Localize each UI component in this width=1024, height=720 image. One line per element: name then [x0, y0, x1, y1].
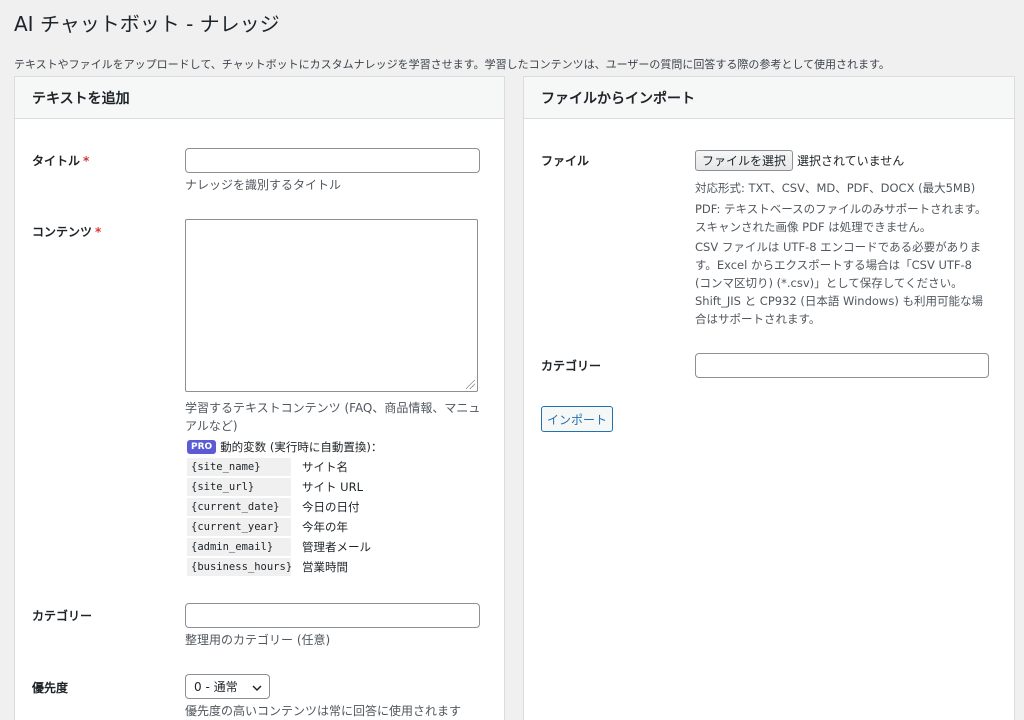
import-file-card-header: ファイルからインポート [524, 77, 1014, 119]
category-help: 整理用のカテゴリー (任意) [185, 633, 331, 647]
content-help-line: アルなど) [185, 419, 238, 433]
csv-help-line: Shift_JIS と CP932 (日本語 Windows) も利用可能な場 [695, 294, 983, 308]
dynamic-vars-label: 動的変数 (実行時に自動置換)： [220, 440, 383, 454]
category-input[interactable] [185, 603, 480, 628]
title-label-text: タイトル [32, 154, 81, 168]
category-label: カテゴリー [32, 609, 93, 623]
variable-code: {current_date} [187, 497, 291, 516]
page-description: テキストやファイルをアップロードして、チャットボットにカスタムナレッジを学習させ… [14, 58, 890, 71]
csv-help-line: CSV ファイルは UTF-8 エンコードである必要がありま [695, 240, 982, 254]
variable-code: {admin_email} [187, 537, 291, 556]
add-text-card-header: テキストを追加 [15, 77, 504, 119]
priority-help: 優先度の高いコンテンツは常に回答に使用されます [185, 704, 462, 718]
file-label: ファイル [541, 154, 590, 168]
chevron-down-icon [252, 685, 262, 692]
required-mark: * [83, 154, 90, 168]
variable-desc: 管理者メール [302, 539, 371, 554]
import-category-label: カテゴリー [541, 359, 602, 373]
variable-code: {site_url} [187, 477, 291, 496]
variable-desc: 今年の年 [302, 519, 348, 534]
title-help: ナレッジを識別するタイトル [185, 178, 342, 192]
title-label: タイトル * [32, 152, 89, 169]
variable-row: {site_name} サイト名 [187, 457, 348, 476]
content-help: 学習するテキストコンテンツ (FAQ、商品情報、マニュ アルなど) [185, 399, 480, 435]
variable-desc: 今日の日付 [302, 499, 360, 514]
choose-file-button[interactable]: ファイルを選択 [695, 150, 794, 171]
content-label-text: コンテンツ [32, 225, 93, 239]
no-file-text: 選択されていません [797, 154, 905, 168]
csv-help-line: (コンマ区切り) (*.csv)」として保存してください。 [695, 276, 963, 290]
content-textarea[interactable] [185, 219, 478, 392]
csv-help-line: す。Excel からエクスポートする場合は「CSV UTF-8 [695, 258, 972, 272]
pdf-help-line: PDF: テキストベースのファイルのみサポートされます。 [695, 202, 987, 216]
dynamic-vars-heading: PRO 動的変数 (実行時に自動置換)： [187, 439, 382, 455]
pdf-help-line: スキャンされた画像 PDF は処理できません。 [695, 220, 932, 234]
priority-select[interactable]: 0 - 通常 [185, 674, 270, 699]
variable-row: {current_year} 今年の年 [187, 517, 348, 536]
variable-row: {site_url} サイト URL [187, 477, 363, 496]
pro-badge: PRO [187, 440, 217, 454]
add-text-card: テキストを追加 タイトル * ナレッジを識別するタイトル コンテンツ * 学習するテ… [14, 76, 505, 720]
formats-help: 対応形式: TXT、CSV、MD、PDF、DOCX (最大5MB) [695, 181, 976, 195]
variable-row: {admin_email} 管理者メール [187, 537, 371, 556]
variable-code: {site_name} [187, 457, 291, 476]
variable-desc: 営業時間 [302, 559, 348, 574]
required-mark: * [95, 225, 102, 239]
variable-row: {business_hours} 営業時間 [187, 557, 348, 576]
import-file-card: ファイルからインポート ファイル ファイルを選択 選択されていません 対応形式:… [523, 76, 1015, 720]
variable-desc: サイト名 [302, 459, 348, 474]
resize-grip-icon[interactable] [466, 380, 475, 389]
content-help-line: 学習するテキストコンテンツ (FAQ、商品情報、マニュ [185, 401, 481, 415]
variable-desc: サイト URL [302, 479, 363, 494]
pdf-help: PDF: テキストベースのファイルのみサポートされます。 スキャンされた画像 P… [695, 200, 986, 236]
priority-selected-value: 0 - 通常 [194, 680, 238, 694]
priority-label: 優先度 [32, 681, 69, 695]
csv-help-line: 合はサポートされます。 [695, 312, 821, 326]
csv-help: CSV ファイルは UTF-8 エンコードである必要がありま す。Excel か… [695, 238, 983, 328]
variable-code: {business_hours} [187, 557, 292, 576]
page-title: AI チャットボット - ナレッジ [14, 12, 280, 36]
import-button[interactable]: インポート [541, 406, 613, 432]
variable-code: {current_year} [187, 517, 291, 536]
file-picker: ファイルを選択 選択されていません [695, 150, 904, 171]
title-input[interactable] [185, 148, 480, 173]
variable-row: {current_date} 今日の日付 [187, 497, 360, 516]
import-category-input[interactable] [695, 353, 989, 378]
content-label: コンテンツ * [32, 223, 101, 240]
